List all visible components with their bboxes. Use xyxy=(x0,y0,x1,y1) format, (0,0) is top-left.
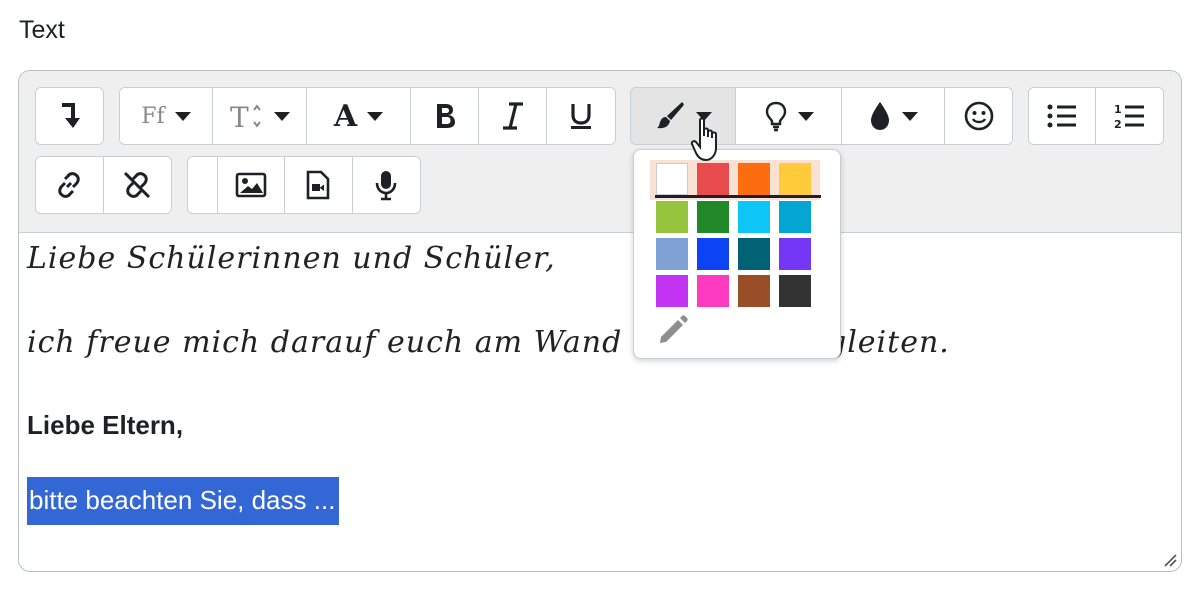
bold-button[interactable] xyxy=(411,88,479,144)
chevron-down-icon xyxy=(797,111,814,121)
color-swatch-1[interactable] xyxy=(697,163,729,195)
chevron-down-icon xyxy=(902,111,919,121)
image-icon xyxy=(235,172,267,198)
script-paragraph-2-left: ich freue mich darauf euch am Wand xyxy=(27,325,623,360)
color-swatch-6[interactable] xyxy=(738,201,770,233)
bold-paragraph: Liebe Eltern, xyxy=(27,410,184,440)
toolbar-group-styles xyxy=(630,87,1013,145)
color-swatch-2[interactable] xyxy=(738,163,770,195)
numbered-list-icon: 1 2 xyxy=(1114,103,1144,131)
lightbulb-icon xyxy=(765,101,786,132)
link-icon xyxy=(58,172,80,198)
chevron-down-icon xyxy=(174,111,191,121)
unlink-icon xyxy=(124,171,151,199)
editor-toolbar: Ff T A 1 2 xyxy=(19,71,1181,233)
custom-color-pencil-icon[interactable] xyxy=(656,313,690,347)
color-swatch-11[interactable] xyxy=(779,238,811,270)
script-paragraph-1: Liebe Schülerinnen und Schüler, xyxy=(27,241,556,276)
color-swatch-13[interactable] xyxy=(697,275,729,307)
color-swatch-7[interactable] xyxy=(779,201,811,233)
toolbar-group-text: Ff T A xyxy=(119,87,616,145)
chevron-down-icon xyxy=(367,111,384,121)
script-paragraph-2-right: gleiten. xyxy=(827,325,950,360)
background-color-palette xyxy=(633,149,841,359)
chevron-down-icon xyxy=(273,111,290,121)
drop-color-button[interactable] xyxy=(841,88,946,144)
toolbar-group-lists: 1 2 xyxy=(1028,87,1164,145)
underline-icon xyxy=(571,104,591,129)
toolbar-group-media xyxy=(187,156,421,214)
smiley-icon xyxy=(964,101,993,131)
selected-text[interactable]: bitte beachten Sie, dass ... xyxy=(27,477,340,525)
text-color-icon: A xyxy=(333,98,358,134)
font-family-button[interactable]: Ff xyxy=(120,88,213,144)
toolbar-group-links xyxy=(35,156,172,214)
microphone-icon xyxy=(375,171,397,201)
collapse-toolbar-button[interactable] xyxy=(36,88,103,144)
toolbar-group-collapse xyxy=(35,87,104,145)
svg-text:1: 1 xyxy=(1114,103,1122,116)
link-button[interactable] xyxy=(36,157,104,213)
italic-icon xyxy=(502,102,523,130)
color-swatch-3[interactable] xyxy=(779,163,811,195)
level-down-arrow-icon xyxy=(61,103,80,128)
color-swatch-5[interactable] xyxy=(697,201,729,233)
editor-content-area[interactable]: Liebe Schülerinnen und Schüler, ich freu… xyxy=(19,233,1181,571)
svg-text:2: 2 xyxy=(1114,118,1122,131)
highlight-button[interactable] xyxy=(736,88,842,144)
color-swatch-14[interactable] xyxy=(738,275,770,307)
video-file-icon xyxy=(307,170,330,200)
font-size-button[interactable]: T xyxy=(213,88,307,144)
droplet-icon xyxy=(871,102,890,130)
record-audio-button[interactable] xyxy=(352,157,420,213)
rich-text-editor: Ff T A 1 2 Liebe Schülerinnen und Schüle… xyxy=(18,70,1182,572)
selected-color-indicator xyxy=(655,195,821,198)
paint-brush-icon xyxy=(657,102,684,129)
bold-icon xyxy=(436,104,455,128)
font-family-icon: Ff xyxy=(141,103,165,129)
ordered-list-button[interactable]: 1 2 xyxy=(1096,88,1163,144)
color-swatch-4[interactable] xyxy=(656,201,688,233)
italic-button[interactable] xyxy=(479,88,547,144)
bullet-list-icon xyxy=(1047,104,1076,128)
color-swatch-15[interactable] xyxy=(779,275,811,307)
emoji-button[interactable] xyxy=(945,88,1012,144)
font-size-icon: T xyxy=(230,101,261,132)
unordered-list-button[interactable] xyxy=(1029,88,1096,144)
insert-image-button[interactable] xyxy=(217,157,286,213)
empty-toolbar-slot xyxy=(188,157,218,213)
insert-video-button[interactable] xyxy=(285,157,353,213)
color-swatch-12[interactable] xyxy=(656,275,688,307)
color-swatch-0[interactable] xyxy=(656,163,688,195)
svg-text:T: T xyxy=(230,101,249,132)
unlink-button[interactable] xyxy=(103,157,171,213)
color-swatch-8[interactable] xyxy=(656,238,688,270)
resize-handle-icon[interactable] xyxy=(1161,551,1177,567)
text-color-button[interactable]: A xyxy=(307,88,411,144)
color-swatch-9[interactable] xyxy=(697,238,729,270)
color-swatch-10[interactable] xyxy=(738,238,770,270)
hand-pointer-cursor-icon xyxy=(690,117,717,162)
field-label: Text xyxy=(19,16,65,44)
underline-button[interactable] xyxy=(547,88,615,144)
